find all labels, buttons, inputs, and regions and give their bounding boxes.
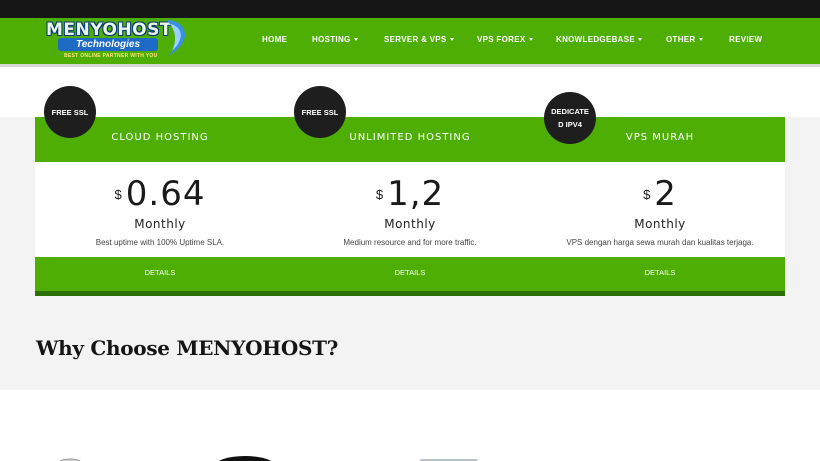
site-logo[interactable]: MENYOHOST Technologies BEST ONLINE PARTN… [40, 18, 190, 64]
plan-badge: FREE SSL [44, 86, 96, 138]
price-amount: 2 [654, 174, 677, 214]
nav-knowledgebase[interactable]: KNOWLEDGEBASE [556, 18, 643, 64]
main-nav: HOME HOSTING SERVER & VPS VPS FOREX KNOW… [250, 18, 820, 64]
plan-details-button[interactable]: DETAILS [535, 257, 785, 291]
section-heading: Why Choose MENYOHOST? [36, 336, 339, 360]
plan-period: Monthly [384, 217, 436, 231]
price-currency: $ [375, 187, 384, 202]
plan-body: $0.64 Monthly Best uptime with 100% Upti… [35, 162, 285, 257]
plan-badge: DEDICATE D IPV4 [544, 92, 596, 144]
price-amount: 1,2 [387, 174, 445, 214]
caret-down-icon [449, 38, 454, 41]
feature-icon-1 [59, 458, 81, 461]
nav-review[interactable]: REVIEW [729, 18, 762, 64]
plan-period: Monthly [134, 217, 186, 231]
pricing-plans: CLOUD HOSTING $0.64 Monthly Best uptime … [35, 117, 785, 296]
swirl-logo-icon [166, 20, 186, 56]
hero-spacer [0, 67, 820, 117]
caret-down-icon [698, 38, 703, 41]
features-section [0, 390, 820, 461]
why-section: Why Choose MENYOHOST? [0, 296, 820, 390]
price-amount: 0.64 [125, 174, 206, 214]
plan-card: CLOUD HOSTING $0.64 Monthly Best uptime … [35, 117, 285, 296]
plan-price: $2 [535, 174, 785, 214]
caret-down-icon [353, 38, 358, 41]
logo-title: MENYOHOST [46, 20, 172, 40]
caret-down-icon [638, 38, 643, 41]
price-currency: $ [643, 187, 651, 202]
plan-price: $1,2 [285, 174, 535, 214]
nav-other[interactable]: OTHER [666, 18, 703, 64]
plan-period: Monthly [634, 217, 686, 231]
plan-badge: FREE SSL [294, 86, 346, 138]
feature-icon-2 [219, 456, 271, 461]
nav-home[interactable]: HOME [262, 18, 287, 64]
nav-hosting[interactable]: HOSTING [312, 18, 358, 64]
logo-subtitle: Technologies [58, 38, 158, 51]
plan-card: UNLIMITED HOSTING $1,2 Monthly Medium re… [285, 117, 535, 296]
feature-icon-3 [420, 459, 478, 461]
plan-description: Best uptime with 100% Uptime SLA. [95, 238, 225, 247]
plan-price: $0.64 [35, 174, 285, 214]
caret-down-icon [528, 38, 533, 41]
top-bar [0, 0, 820, 18]
plan-details-button[interactable]: DETAILS [285, 257, 535, 291]
price-currency: $ [114, 187, 122, 202]
logo-tagline: BEST ONLINE PARTNER WITH YOU [64, 53, 158, 59]
plan-body: $1,2 Monthly Medium resource and for mor… [285, 162, 535, 257]
nav-vps-forex[interactable]: VPS FOREX [477, 18, 533, 64]
plan-description: VPS dengan harga sewa murah dan kualitas… [566, 238, 754, 247]
plan-details-button[interactable]: DETAILS [35, 257, 285, 291]
nav-server-vps[interactable]: SERVER & VPS [384, 18, 454, 64]
plan-body: $2 Monthly VPS dengan harga sewa murah d… [535, 162, 785, 257]
plan-description: Medium resource and for more traffic. [343, 238, 477, 247]
